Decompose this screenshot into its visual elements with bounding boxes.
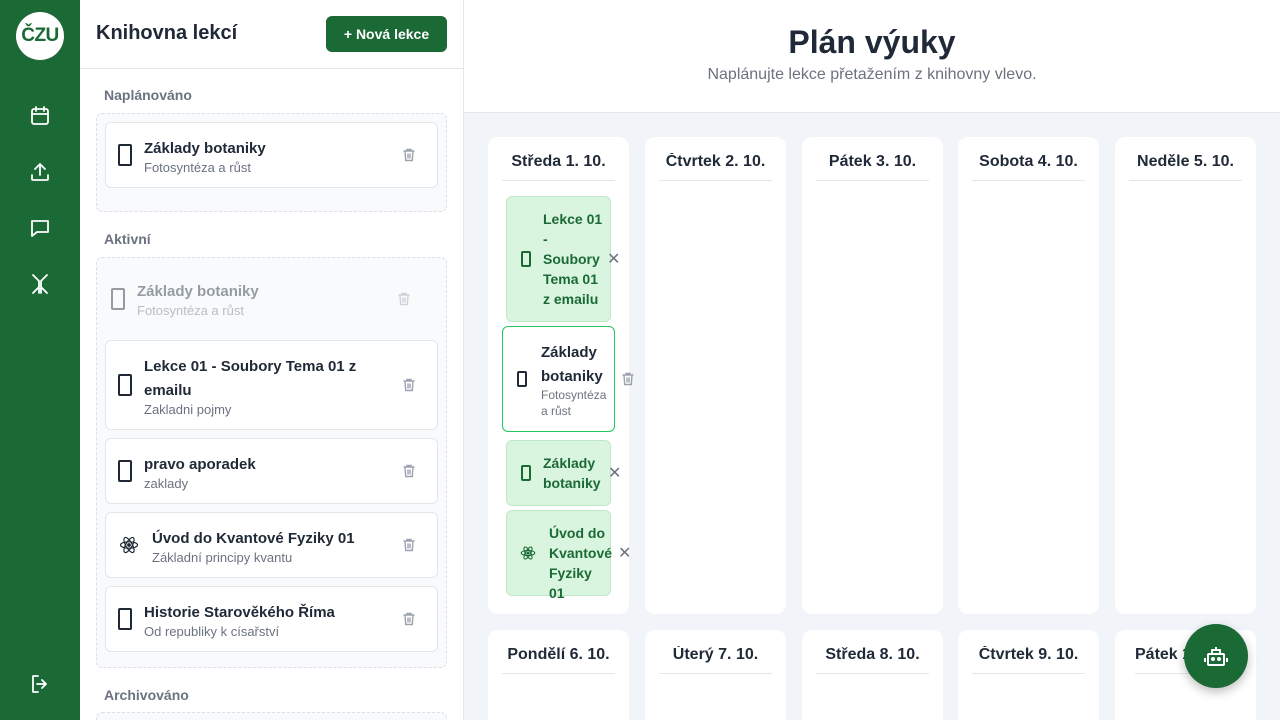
scheduled-lesson[interactable]: Lekce 01 - Soubory Tema 01 z emailu ✕: [506, 196, 620, 322]
trash-icon[interactable]: [401, 147, 417, 163]
atom-icon: [520, 545, 536, 561]
lesson-title-line: Kvantové: [549, 545, 613, 561]
document-icon: [111, 288, 125, 310]
new-lesson-button[interactable]: + Nová lekce: [326, 16, 447, 52]
day-column[interactable]: Středa 8. 10.: [802, 630, 943, 720]
lesson-title-line: Úvod do: [549, 525, 605, 541]
section-label-archived: Archivováno: [104, 687, 189, 703]
archived-dropzone[interactable]: [96, 712, 447, 720]
lesson-title-line2: emailu: [144, 382, 192, 399]
day-column[interactable]: Čtvrtek 9. 10.: [958, 630, 1099, 720]
hub-icon[interactable]: [24, 268, 56, 300]
lesson-subtitle: Fotosyntéza a růst: [137, 303, 244, 318]
lesson-subtitle: Základní principy kvantu: [152, 550, 293, 565]
lesson-card[interactable]: Úvod do Kvantové Fyziky 01 Základní prin…: [105, 512, 438, 578]
page-subtitle: Naplánujte lekce přetažením z knihovny v…: [707, 66, 1037, 83]
lesson-title-line: Lekce 01: [543, 211, 603, 227]
trash-icon: [396, 291, 412, 307]
day-column[interactable]: Pondělí 6. 10.: [488, 630, 629, 720]
robot-icon[interactable]: [1184, 624, 1248, 688]
library-header: Knihovna lekcí + Nová lekce: [80, 0, 463, 69]
lesson-title: Historie Starověkého Říma: [144, 604, 335, 621]
lesson-title-line: Tema 01: [543, 271, 598, 287]
plan-header: Plán výuky Naplánujte lekce přetažením z…: [464, 0, 1280, 113]
logout-icon[interactable]: [24, 668, 56, 700]
atom-icon: [119, 535, 139, 555]
day-name: Středa 8. 10.: [816, 646, 929, 674]
lesson-subtitle-line: a růst: [541, 404, 572, 418]
lesson-title: pravo aporadek: [144, 456, 256, 473]
document-icon: [118, 144, 132, 166]
lesson-title-line: botaniky: [543, 475, 601, 491]
remove-icon[interactable]: ✕: [608, 463, 621, 483]
upload-icon[interactable]: [24, 156, 56, 188]
lesson-card[interactable]: Lekce 01 - Soubory Tema 01 z emailu Zakl…: [105, 340, 438, 430]
lesson-card[interactable]: pravo aporadek zaklady: [105, 438, 438, 504]
lesson-title: Úvod do Kvantové Fyziky 01: [152, 530, 355, 547]
lesson-subtitle-line: Fotosyntéza: [541, 388, 607, 402]
lesson-card-drag-ghost: Základy botaniky Fotosyntéza a růst: [99, 266, 432, 332]
lesson-subtitle: Od republiky k císařství: [144, 624, 280, 639]
day-name: Úterý 7. 10.: [659, 646, 772, 674]
day-name: Čtvrtek 2. 10.: [659, 153, 772, 181]
scheduled-lesson[interactable]: Úvod do Kvantové Fyziky 01 ✕: [506, 510, 631, 601]
nav-rail: ČZU: [0, 0, 80, 720]
lesson-title-line: Základy: [543, 455, 596, 471]
page-title: Plán výuky: [788, 24, 956, 60]
lesson-title: Základy botaniky: [144, 140, 266, 157]
chat-icon[interactable]: [24, 212, 56, 244]
section-label-planned: Naplánováno: [104, 87, 192, 103]
day-column[interactable]: Čtvrtek 2. 10.: [645, 137, 786, 614]
day-column[interactable]: Neděle 5. 10.: [1115, 137, 1256, 614]
document-icon: [517, 371, 527, 387]
day-name: Čtvrtek 9. 10.: [972, 646, 1085, 674]
lesson-subtitle: Fotosyntéza a růst: [144, 160, 251, 175]
remove-icon[interactable]: ✕: [618, 543, 631, 563]
lesson-title-line: -: [543, 231, 548, 247]
day-name: Pondělí 6. 10.: [502, 646, 615, 674]
lesson-subtitle: zaklady: [144, 476, 189, 491]
day-column[interactable]: Středa 1. 10. Lekce 01 - Soubory Tema 01…: [488, 137, 634, 614]
day-column[interactable]: Úterý 7. 10.: [645, 630, 786, 720]
lesson-title: Základy botaniky: [137, 283, 259, 300]
scheduled-lesson[interactable]: Základy botaniky ✕: [506, 440, 621, 506]
day-column[interactable]: Pátek 3. 10.: [802, 137, 943, 614]
plan-area: Plán výuky Naplánujte lekce přetažením z…: [464, 0, 1280, 720]
trash-icon[interactable]: [401, 463, 417, 479]
lesson-title-line: z emailu: [543, 291, 599, 307]
day-name: Středa 1. 10.: [502, 153, 615, 181]
remove-icon[interactable]: ✕: [607, 249, 620, 269]
document-icon: [118, 608, 132, 630]
document-icon: [118, 374, 132, 396]
document-icon: [521, 465, 531, 481]
lesson-card[interactable]: Historie Starověkého Říma Od republiky k…: [105, 586, 438, 652]
day-name: Sobota 4. 10.: [972, 153, 1085, 181]
trash-icon[interactable]: [401, 611, 417, 627]
lesson-title-line: Základy: [541, 344, 597, 361]
lesson-subtitle: Zakladni pojmy: [144, 402, 232, 417]
lesson-card[interactable]: Základy botaniky Fotosyntéza a růst: [105, 122, 438, 188]
trash-icon: [620, 371, 636, 387]
calendar-icon[interactable]: [24, 100, 56, 132]
library-title: Knihovna lekcí: [96, 22, 238, 44]
day-name: Neděle 5. 10.: [1129, 153, 1242, 181]
lesson-title-line: Fyziky 01: [549, 565, 592, 601]
czu-logo[interactable]: ČZU: [16, 12, 64, 60]
day-column[interactable]: Sobota 4. 10.: [958, 137, 1099, 614]
section-label-active: Aktivní: [104, 231, 151, 247]
trash-icon[interactable]: [401, 377, 417, 393]
lesson-title: Lekce 01 - Soubory Tema 01 z: [144, 358, 357, 375]
document-icon: [118, 460, 132, 482]
lesson-library: Knihovna lekcí + Nová lekce Naplánováno …: [80, 0, 464, 720]
lesson-title-line: botaniky: [541, 368, 603, 385]
document-icon: [521, 251, 531, 267]
trash-icon[interactable]: [401, 537, 417, 553]
day-name: Pátek 3. 10.: [816, 153, 929, 181]
lesson-title-line: Soubory: [543, 251, 600, 267]
dragging-lesson-card[interactable]: Základy botaniky Fotosyntéza a růst: [502, 326, 634, 432]
